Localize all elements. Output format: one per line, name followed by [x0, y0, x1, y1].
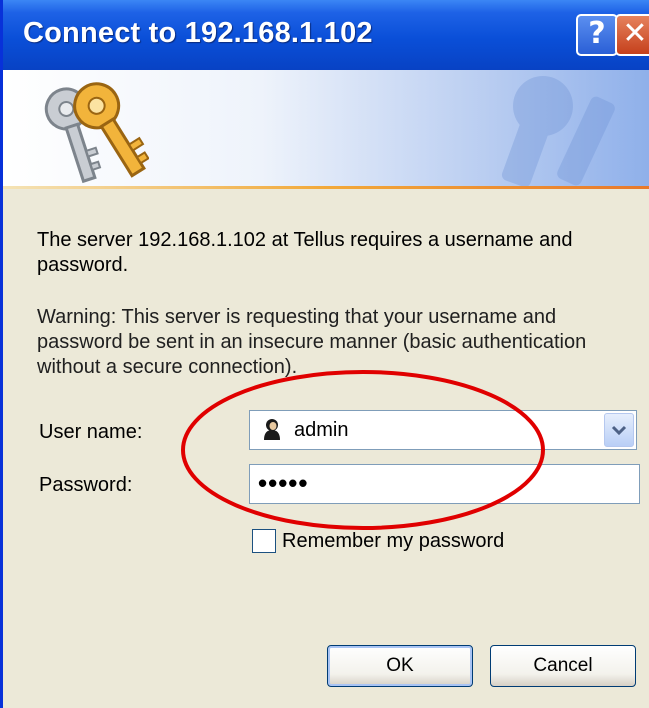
- keys-icon: [44, 82, 149, 184]
- banner-divider: [3, 186, 649, 189]
- user-icon: [264, 419, 280, 440]
- server-message: The server 192.168.1.102 at Tellus requi…: [37, 229, 573, 276]
- title-bar[interactable]: Connect to 192.168.1.102: [3, 0, 649, 70]
- help-icon: ?: [588, 16, 606, 51]
- login-dialog: Connect to 192.168.1.102 ? ✕ The server …: [0, 0, 649, 708]
- chevron-down-icon: [611, 425, 627, 436]
- remember-password-checkbox[interactable]: [252, 529, 276, 553]
- window-title: Connect to 192.168.1.102: [23, 17, 373, 49]
- remember-password-label[interactable]: Remember my password: [282, 529, 504, 554]
- keys-watermark-icon: [501, 76, 615, 188]
- cancel-button[interactable]: Cancel: [490, 645, 636, 687]
- username-dropdown-button[interactable]: [604, 413, 634, 447]
- password-field[interactable]: •••••: [249, 464, 640, 504]
- warning-message: Warning: This server is requesting that …: [37, 306, 587, 378]
- username-label: User name:: [39, 421, 143, 443]
- close-button[interactable]: ✕: [615, 14, 649, 56]
- help-button[interactable]: ?: [576, 14, 618, 56]
- username-combobox[interactable]: admin: [249, 410, 637, 450]
- close-icon: ✕: [622, 16, 648, 51]
- password-label: Password:: [39, 474, 133, 496]
- password-value: •••••: [258, 468, 309, 498]
- username-value: admin: [294, 419, 349, 441]
- ok-button[interactable]: OK: [327, 645, 473, 687]
